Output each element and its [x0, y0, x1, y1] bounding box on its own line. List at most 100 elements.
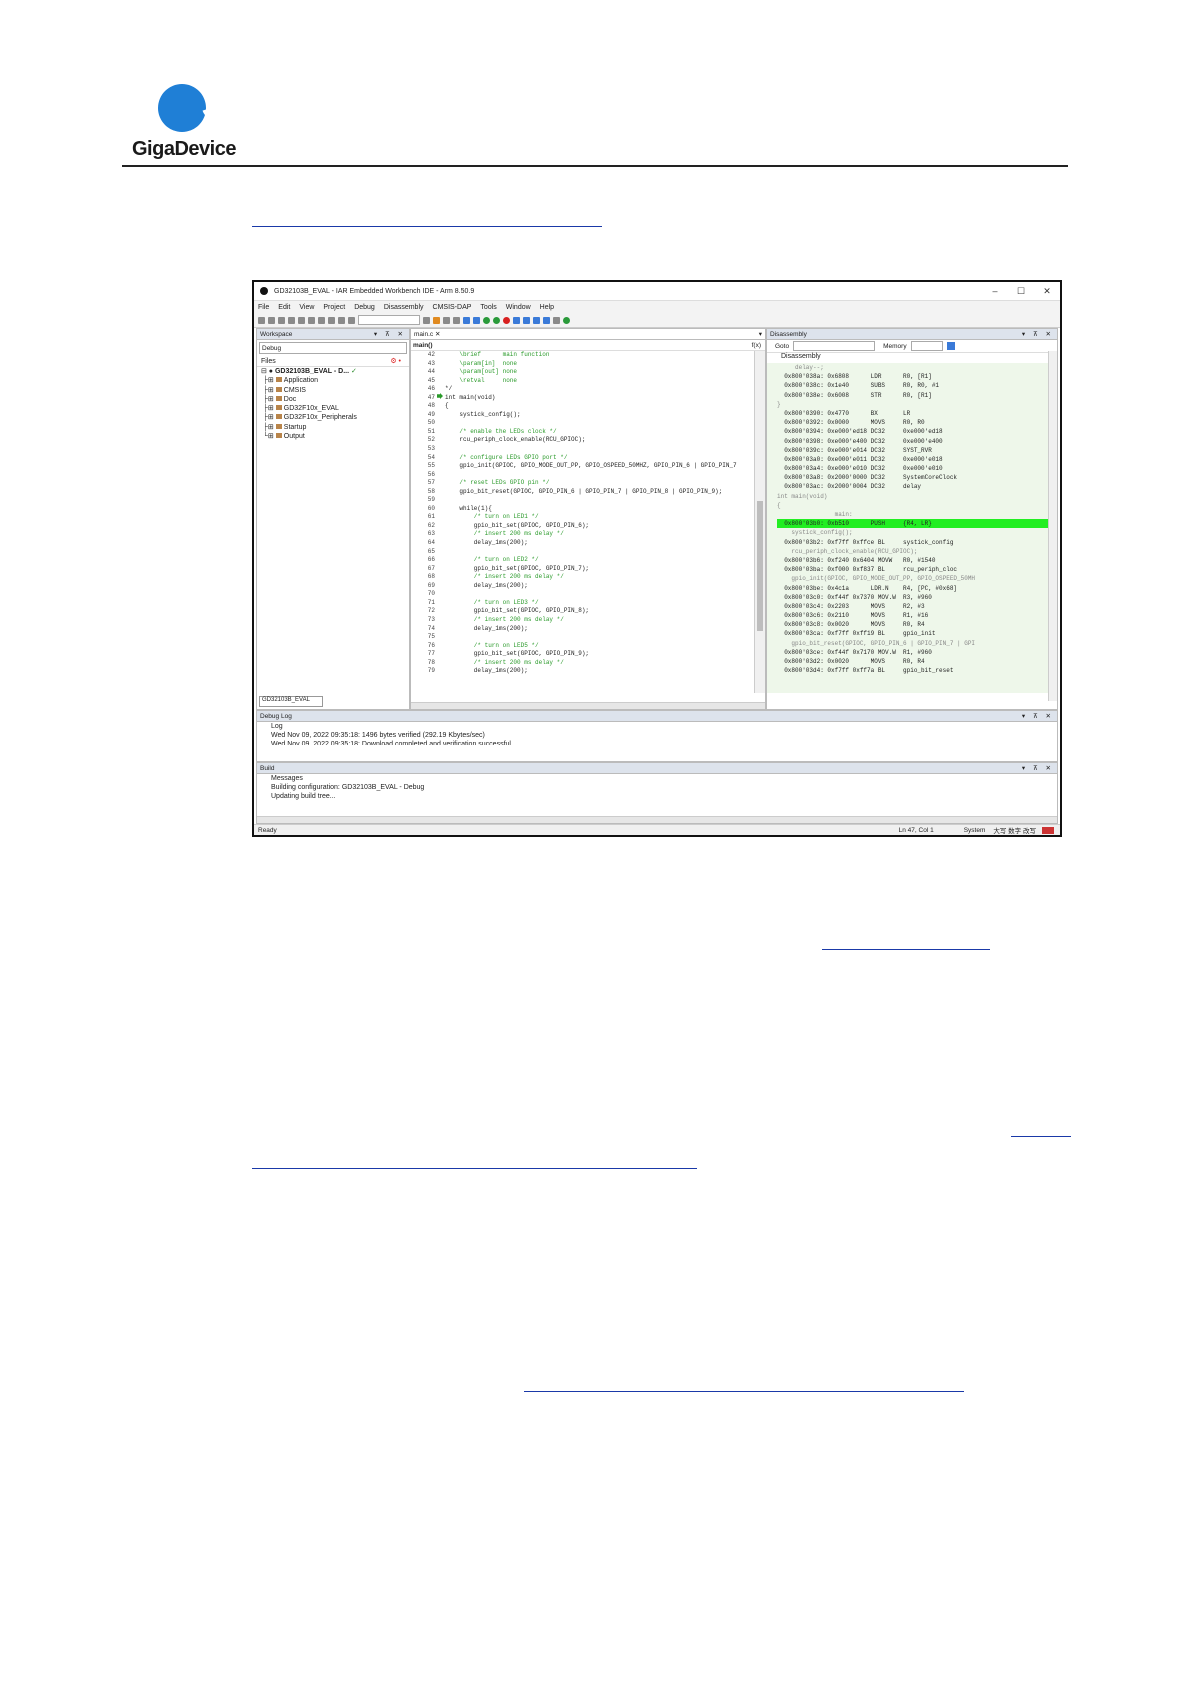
- compile-icon[interactable]: [463, 316, 470, 324]
- link-underline-3[interactable]: [1011, 1136, 1071, 1137]
- paste-icon[interactable]: [328, 316, 335, 324]
- code-line[interactable]: \brief main function: [445, 351, 737, 360]
- print-icon[interactable]: [298, 316, 305, 324]
- editor-hscroll[interactable]: [411, 702, 765, 709]
- reset-icon[interactable]: [553, 316, 560, 324]
- disassembly-row[interactable]: 0x800'0390: 0x4770 BX LR: [777, 409, 1057, 418]
- run-to-cursor-icon[interactable]: [543, 316, 550, 324]
- code-line[interactable]: /* turn on LED1 */: [445, 513, 737, 522]
- disassembly-row[interactable]: 0x800'03d2: 0x0020 MOVS R0, R4: [777, 657, 1057, 666]
- menu-disassembly[interactable]: Disassembly: [384, 304, 424, 311]
- code-line[interactable]: delay_1ms(200);: [445, 667, 737, 676]
- disassembly-row[interactable]: 0x800'03d4: 0xf7ff 0xff7a BL gpio_bit_re…: [777, 666, 1057, 675]
- code-line[interactable]: \param[in] none: [445, 360, 737, 369]
- tab-main-c[interactable]: main.c: [414, 331, 433, 338]
- code-line[interactable]: */: [445, 385, 737, 394]
- function-icon[interactable]: f(x): [752, 342, 761, 349]
- link-underline-5[interactable]: [524, 1391, 964, 1392]
- menu-file[interactable]: File: [258, 304, 269, 311]
- code-line[interactable]: [445, 445, 737, 454]
- code-line[interactable]: {: [445, 402, 737, 411]
- step-out-icon[interactable]: [533, 316, 540, 324]
- disassembly-row[interactable]: 0x800'03ce: 0xf44f 0x7170 MOV.W R1, #960: [777, 648, 1057, 657]
- stop-debug-icon[interactable]: [503, 316, 510, 324]
- disassembly-row[interactable]: }: [777, 400, 1057, 409]
- disassembly-scrollbar[interactable]: [1048, 351, 1057, 701]
- disassembly-row[interactable]: 0x800'039c: 0xe000'e014 DC32 SYST_RVR: [777, 446, 1057, 455]
- menu-help[interactable]: Help: [540, 304, 554, 311]
- disassembly-list[interactable]: delay--; 0x800'038a: 0x6808 LDR R0, [R1]…: [767, 363, 1057, 693]
- tree-folder-startup[interactable]: ├⊞ Startup: [261, 423, 409, 432]
- disassembly-row[interactable]: 0x800'03c0: 0xf44f 0x7370 MOV.W R3, #960: [777, 593, 1057, 602]
- minimize-button[interactable]: –: [982, 286, 1008, 296]
- disassembly-row[interactable]: 0x800'03b6: 0xf240 0x6404 MOVW R0, #1540: [777, 556, 1057, 565]
- code-line[interactable]: \param[out] none: [445, 368, 737, 377]
- disassembly-row[interactable]: 0x800'03a4: 0xe000'e010 DC32 0xe000'e010: [777, 464, 1057, 473]
- link-underline-1[interactable]: [252, 226, 602, 227]
- step-over-icon[interactable]: [513, 316, 520, 324]
- new-file-icon[interactable]: [258, 316, 265, 324]
- code-line[interactable]: [445, 633, 737, 642]
- redo-icon[interactable]: [348, 316, 355, 324]
- menu-project[interactable]: Project: [323, 304, 345, 311]
- options-gear-icon[interactable]: ⚙ •: [390, 357, 401, 365]
- find-combo[interactable]: [358, 315, 420, 325]
- close-button[interactable]: ✕: [1034, 286, 1060, 297]
- disassembly-row[interactable]: 0x800'0392: 0x0000 MOVS R0, R0: [777, 418, 1057, 427]
- disassembly-row[interactable]: 0x800'0394: 0xe000'ed18 DC32 0xe000'ed18: [777, 427, 1057, 436]
- disassembly-row[interactable]: 0x800'03ca: 0xf7ff 0xff19 BL gpio_init: [777, 629, 1057, 638]
- code-line[interactable]: /* insert 200 ms delay */: [445, 659, 737, 668]
- memory-select[interactable]: Memory: [883, 343, 906, 350]
- code-line[interactable]: delay_1ms(200);: [445, 539, 737, 548]
- code-line[interactable]: /* reset LEDs GPIO pin */: [445, 479, 737, 488]
- tree-folder-doc[interactable]: ├⊞ Doc: [261, 395, 409, 404]
- disassembly-row[interactable]: delay--;: [777, 363, 1057, 372]
- go-icon[interactable]: [563, 316, 570, 324]
- code-line[interactable]: while(1){: [445, 505, 737, 514]
- code-line[interactable]: int main(void): [445, 394, 737, 403]
- disassembly-row[interactable]: main:: [777, 510, 1057, 519]
- code-line[interactable]: /* turn on LED2 */: [445, 556, 737, 565]
- code-line[interactable]: /* enable the LEDs clock */: [445, 428, 737, 437]
- code-line[interactable]: gpio_bit_set(GPIOC, GPIO_PIN_6);: [445, 522, 737, 531]
- disassembly-row[interactable]: int main(void): [777, 492, 1057, 501]
- code-line[interactable]: gpio_init(GPIOC, GPIO_MODE_OUT_PP, GPIO_…: [445, 462, 736, 471]
- code-line[interactable]: /* insert 200 ms delay */: [445, 616, 737, 625]
- tree-root[interactable]: ⊟ ● GD32103B_EVAL - D... ✓: [261, 367, 409, 376]
- link-underline-2[interactable]: [822, 949, 990, 950]
- code-line[interactable]: delay_1ms(200);: [445, 625, 737, 634]
- disassembly-row[interactable]: 0x800'03a0: 0xe000'e011 DC32 0xe000'e018: [777, 455, 1057, 464]
- code-line[interactable]: /* turn on LED5 */: [445, 642, 737, 651]
- disassembly-row[interactable]: 0x800'03b2: 0xf7ff 0xffce BL systick_con…: [777, 538, 1057, 547]
- code-line[interactable]: [445, 590, 737, 599]
- make-icon[interactable]: [473, 316, 480, 324]
- code-line[interactable]: [445, 471, 737, 480]
- function-selector[interactable]: main(): [413, 342, 433, 349]
- disassembly-row[interactable]: 0x800'03c8: 0x0020 MOVS R0, R4: [777, 620, 1057, 629]
- disassembly-row[interactable]: 0x800'03ba: 0xf000 0xf837 BL rcu_periph_…: [777, 565, 1057, 574]
- save-icon[interactable]: [278, 316, 285, 324]
- link-underline-4[interactable]: [252, 1168, 697, 1169]
- disassembly-row[interactable]: systick_config();: [777, 528, 1057, 537]
- disassembly-row[interactable]: 0x800'038c: 0x1e40 SUBS R0, R0, #1: [777, 381, 1057, 390]
- menu-window[interactable]: Window: [506, 304, 531, 311]
- goto-input[interactable]: [793, 341, 876, 351]
- refresh-icon[interactable]: [946, 342, 955, 350]
- code-line[interactable]: gpio_bit_set(GPIOC, GPIO_PIN_8);: [445, 607, 737, 616]
- menu-tools[interactable]: Tools: [480, 304, 496, 311]
- tree-folder-peripherals[interactable]: ├⊞ GD32F10x_Peripherals: [261, 413, 409, 422]
- build-hscroll[interactable]: [257, 816, 1057, 823]
- code-line[interactable]: [445, 419, 737, 428]
- tree-folder-eval[interactable]: ├⊞ GD32F10x_EVAL: [261, 404, 409, 413]
- code-text[interactable]: \brief main function \param[in] none \pa…: [445, 351, 737, 676]
- memory-combo[interactable]: [910, 341, 943, 351]
- code-line[interactable]: /* turn on LED3 */: [445, 599, 737, 608]
- editor-scrollbar[interactable]: [754, 351, 765, 693]
- download-icon[interactable]: [493, 316, 500, 324]
- debug-start-icon[interactable]: [483, 316, 490, 324]
- disassembly-row[interactable]: rcu_periph_clock_enable(RCU_GPIOC);: [777, 547, 1057, 556]
- tree-folder-cmsis[interactable]: ├⊞ CMSIS: [261, 386, 409, 395]
- disassembly-row[interactable]: 0x800'03be: 0x4c1a LDR.N R4, [PC, #0x68]: [777, 584, 1057, 593]
- back-icon[interactable]: [443, 316, 450, 324]
- code-area[interactable]: 42 43 44 45 46 47 48 49 50 51 52 53 54 55 56 57 58 59 60 61…: [411, 351, 751, 693]
